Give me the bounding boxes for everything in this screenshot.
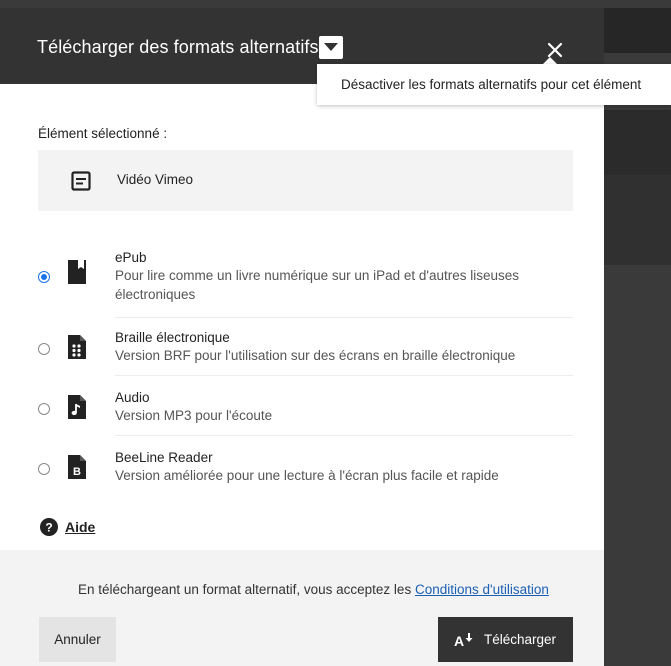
svg-text:?: ? xyxy=(45,521,52,535)
format-description: Version BRF pour l'utilisation sur des é… xyxy=(115,348,516,363)
format-name: Braille électronique xyxy=(115,330,230,345)
divider xyxy=(115,375,573,376)
cancel-button[interactable]: Annuler xyxy=(39,617,116,662)
format-radio[interactable] xyxy=(38,403,50,415)
question-circle-icon: ? xyxy=(40,518,58,536)
format-option-audio[interactable]: Audio Version MP3 pour l'écoute xyxy=(38,384,573,436)
backdrop-strip xyxy=(604,175,671,265)
format-radio[interactable] xyxy=(38,271,50,283)
options-dropdown-button[interactable] xyxy=(319,36,343,59)
document-icon xyxy=(71,171,91,191)
download-label: Télécharger xyxy=(484,632,557,647)
divider xyxy=(115,435,573,436)
svg-text:A: A xyxy=(454,633,464,648)
backdrop-strip xyxy=(604,265,671,666)
help-label: Aide xyxy=(65,519,96,535)
braille-file-icon xyxy=(68,335,86,359)
format-radio[interactable] xyxy=(38,463,50,475)
backdrop-strip xyxy=(604,110,671,175)
format-description: Version améliorée pour une lecture à l'é… xyxy=(115,468,499,483)
selected-item-name: Vidéo Vimeo xyxy=(117,172,194,187)
terms-text: En téléchargeant un format alternatif, v… xyxy=(78,582,415,597)
format-name: BeeLine Reader xyxy=(115,450,213,465)
selected-item-card: Vidéo Vimeo xyxy=(38,150,573,211)
format-description: Pour lire comme un livre numérique sur u… xyxy=(115,268,520,302)
book-icon xyxy=(68,260,86,284)
terms-of-use-link[interactable]: Conditions d'utilisation xyxy=(415,582,549,597)
format-description: Version MP3 pour l'écoute xyxy=(115,408,273,423)
chevron-down-icon xyxy=(324,43,338,51)
disable-formats-tooltip[interactable]: Désactiver les formats alternatifs pour … xyxy=(317,64,671,105)
format-option-beeline[interactable]: B BeeLine Reader Version améliorée pour … xyxy=(38,444,573,496)
divider xyxy=(115,317,573,318)
dialog-title: Télécharger des formats alternatifs xyxy=(37,37,319,57)
download-button[interactable]: A Télécharger xyxy=(438,617,573,662)
terms-notice: En téléchargeant un format alternatif, v… xyxy=(78,582,549,597)
download-icon: A xyxy=(454,633,473,648)
format-radio[interactable] xyxy=(38,343,50,355)
svg-text:B: B xyxy=(73,466,81,478)
format-option-epub[interactable]: ePub Pour lire comme un livre numérique … xyxy=(38,244,573,314)
selected-item-label: Élément sélectionné : xyxy=(38,126,168,141)
audio-file-icon xyxy=(68,395,86,419)
format-name: Audio xyxy=(115,390,150,405)
beeline-file-icon: B xyxy=(68,455,86,479)
alternative-formats-dialog: Télécharger des formats alternatifs Élém… xyxy=(0,8,604,666)
dialog-footer: En téléchargeant un format alternatif, v… xyxy=(0,550,604,666)
format-name: ePub xyxy=(115,250,147,265)
backdrop-strip xyxy=(604,8,671,53)
format-option-braille[interactable]: Braille électronique Version BRF pour l'… xyxy=(38,324,573,376)
